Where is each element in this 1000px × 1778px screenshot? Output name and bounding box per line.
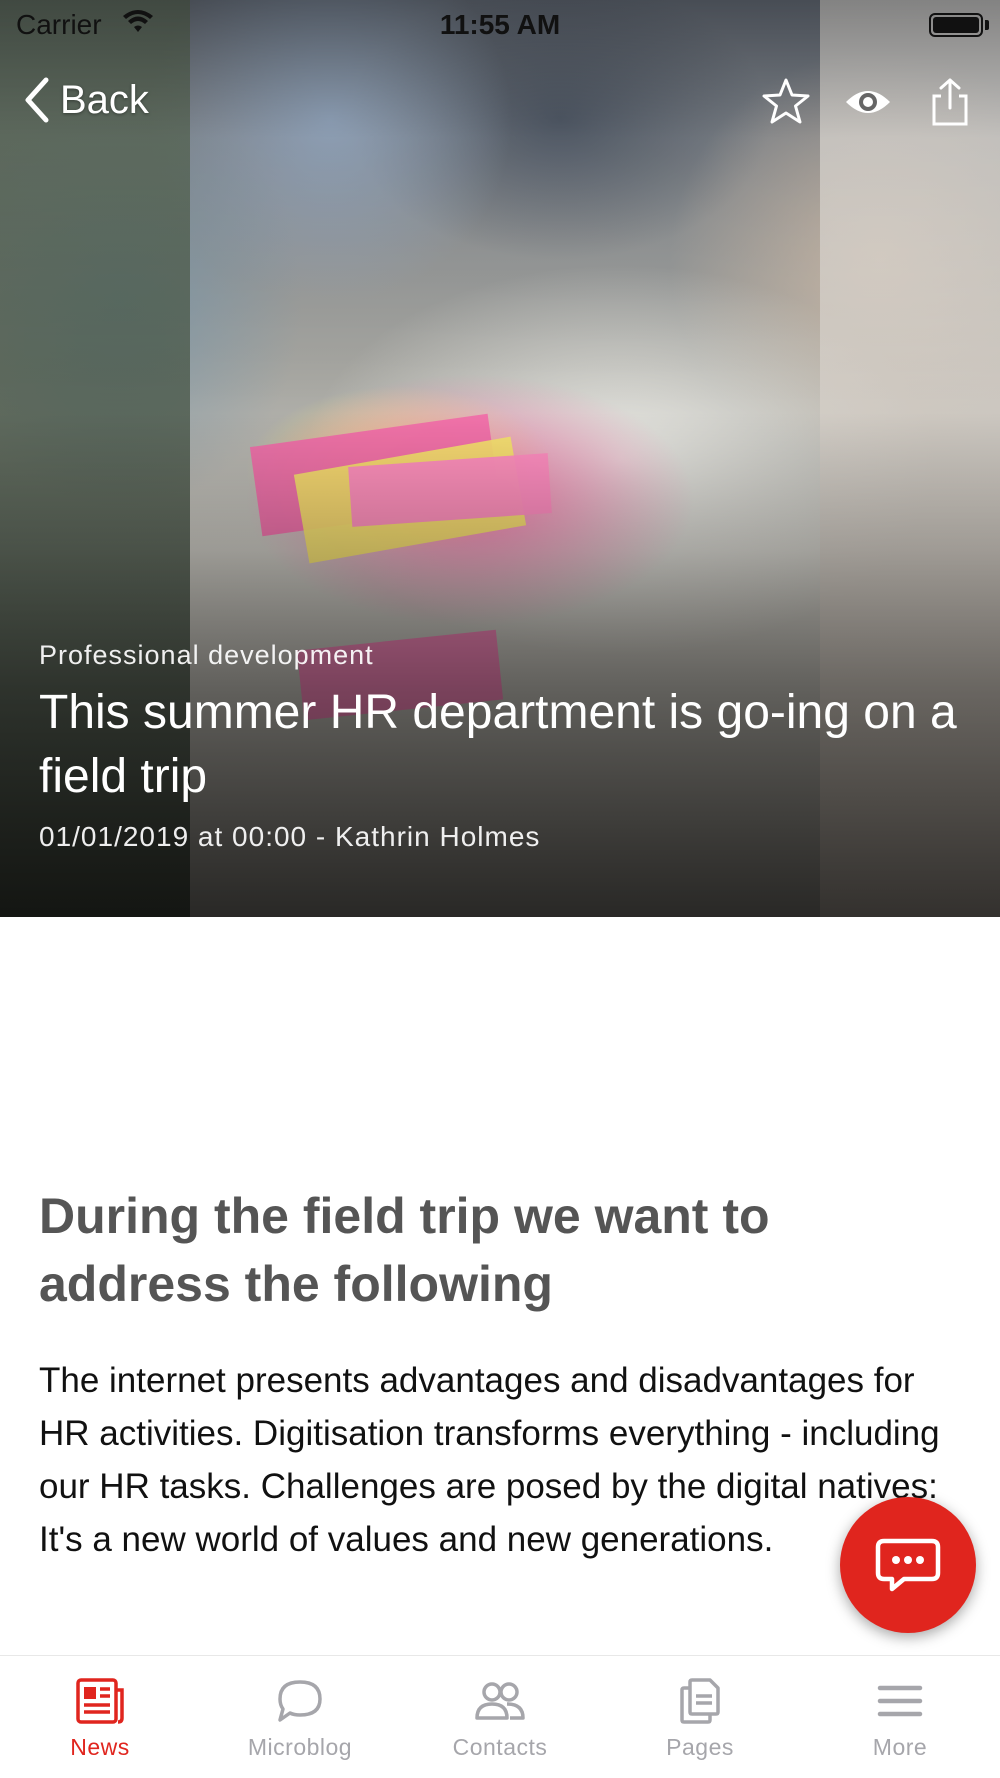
battery-icon: [929, 13, 983, 37]
back-label: Back: [60, 77, 149, 122]
hero-image: Professional development This summer HR …: [0, 0, 1000, 917]
contacts-icon: [475, 1682, 525, 1720]
tab-contacts[interactable]: Contacts: [400, 1656, 600, 1778]
chevron-left-icon: [25, 77, 49, 123]
tab-pages[interactable]: Pages: [600, 1656, 800, 1778]
tab-microblog[interactable]: Microblog: [200, 1656, 400, 1778]
status-time: 11:55 AM: [439, 9, 561, 40]
eye-icon[interactable]: [842, 76, 894, 128]
star-icon[interactable]: [760, 76, 812, 128]
article-meta: 01/01/2019 at 00:00 - Kathrin Holmes: [39, 821, 541, 852]
chat-icon: [875, 1538, 941, 1592]
tab-news[interactable]: News: [0, 1656, 200, 1778]
hero-caption: Professional development This summer HR …: [39, 640, 970, 853]
status-bar: Carrier 11:55 AM: [0, 0, 1000, 50]
tab-label: More: [872, 1734, 928, 1760]
menu-icon: [877, 1685, 923, 1717]
tab-label: Microblog: [247, 1734, 353, 1760]
article-heading: During the field trip we want to address…: [39, 1188, 770, 1312]
pages-icon: [680, 1678, 720, 1724]
tab-label: Pages: [666, 1734, 734, 1760]
news-icon: [76, 1678, 124, 1724]
tab-label: Contacts: [452, 1734, 548, 1760]
article-paragraph: The internet presents advantages and dis…: [39, 1361, 940, 1559]
article-body: During the field trip we want to address…: [39, 1182, 970, 1566]
share-icon[interactable]: [924, 76, 976, 128]
chat-bubble-icon: [278, 1680, 322, 1722]
tab-bar: News Microblog Contacts Pages More: [0, 1655, 1000, 1778]
article-category: Professional development: [39, 640, 374, 670]
back-button[interactable]: Back: [22, 72, 149, 128]
tab-label: News: [70, 1734, 130, 1760]
article-title: This summer HR department is go-ing on a…: [39, 686, 957, 803]
battery-tip: [985, 20, 989, 30]
chat-fab-button[interactable]: [840, 1497, 976, 1633]
tab-more[interactable]: More: [800, 1656, 1000, 1778]
